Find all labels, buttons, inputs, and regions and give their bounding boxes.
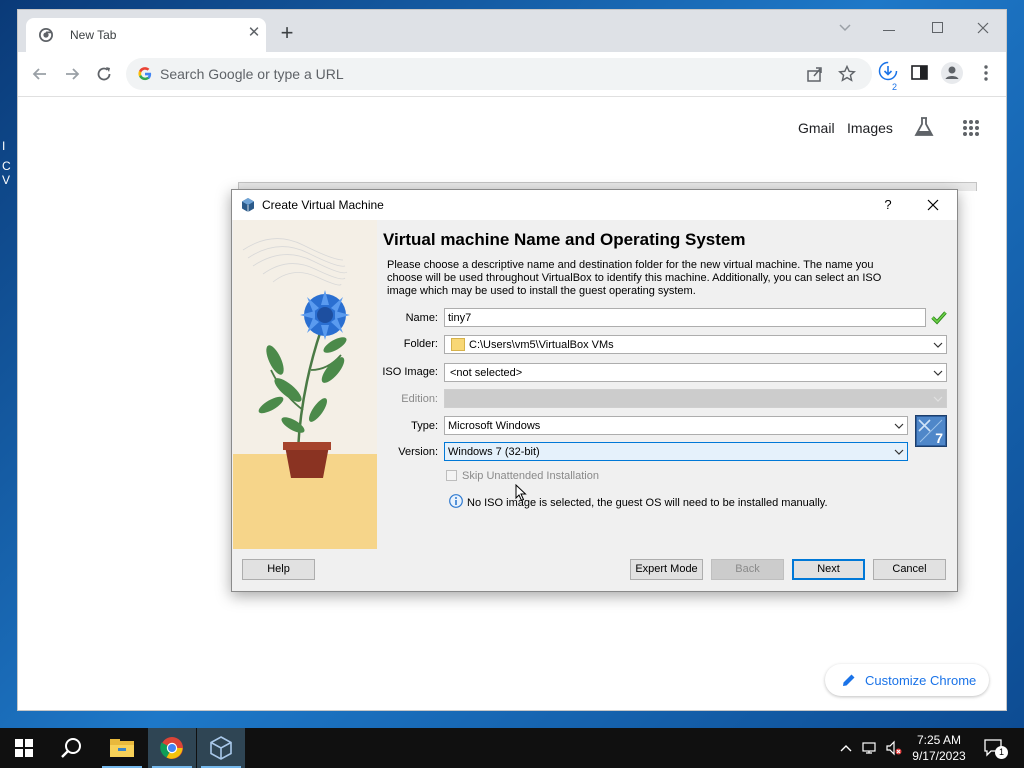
type-label: Type: <box>411 420 438 432</box>
chrome-logo-icon <box>160 737 183 759</box>
wizard-illustration <box>233 220 377 549</box>
omnibox[interactable] <box>126 58 872 90</box>
desktop-icon-label-fragment: V <box>2 173 11 187</box>
notification-count-badge: 1 <box>995 746 1008 759</box>
browser-toolbar: 2 <box>18 52 1006 97</box>
reload-button[interactable] <box>92 62 116 86</box>
iso-image-label: ISO Image: <box>382 366 438 378</box>
expert-mode-button[interactable]: Expert Mode <box>630 559 703 580</box>
wizard-page-description: Please choose a descriptive name and des… <box>387 259 882 297</box>
dialog-button-bar: Help Expert Mode Back Next Cancel <box>232 549 957 591</box>
info-icon <box>449 494 463 508</box>
file-explorer-icon <box>110 739 134 757</box>
taskbar-virtualbox[interactable] <box>197 728 245 768</box>
next-button[interactable]: Next <box>792 559 865 580</box>
folder-icon <box>451 338 465 351</box>
clock-time: 7:25 AM <box>916 733 962 747</box>
customize-chrome-button[interactable]: Customize Chrome <box>825 664 989 696</box>
menu-kebab-icon[interactable] <box>976 63 996 83</box>
folder-value: C:\Users\vm5\VirtualBox VMs <box>469 339 614 351</box>
tab-title: New Tab <box>70 28 117 42</box>
chevron-down-icon <box>933 396 943 402</box>
name-value: tiny7 <box>448 312 472 324</box>
taskbar-chrome[interactable] <box>148 728 196 768</box>
taskbar-file-explorer[interactable] <box>98 728 146 768</box>
forward-button[interactable] <box>60 62 84 86</box>
volume-muted-icon[interactable] <box>886 740 902 756</box>
maximize-button[interactable] <box>922 16 952 40</box>
windows-logo-icon <box>15 739 33 757</box>
edition-select[interactable] <box>444 389 947 408</box>
profile-avatar-icon[interactable] <box>940 61 964 85</box>
gmail-link[interactable]: Gmail <box>798 120 835 136</box>
type-value: Microsoft Windows <box>448 420 541 432</box>
iso-image-select[interactable]: <not selected> <box>444 363 947 382</box>
customize-chrome-label: Customize Chrome <box>865 673 977 688</box>
dialog-title: Create Virtual Machine <box>262 198 384 212</box>
chrome-labs-flask-icon[interactable] <box>913 116 935 138</box>
system-clock[interactable]: 7:25 AM 9/17/2023 <box>906 732 972 764</box>
skip-unattended-label: Skip Unattended Installation <box>462 470 599 482</box>
chevron-down-icon <box>933 342 943 348</box>
bookmark-star-icon[interactable] <box>838 65 856 83</box>
tab-close-icon[interactable]: ✕ <box>246 25 262 41</box>
virtualbox-logo-icon <box>242 198 254 212</box>
google-g-icon <box>138 67 152 81</box>
search-button[interactable] <box>48 728 96 768</box>
images-link[interactable]: Images <box>847 120 893 136</box>
version-select[interactable]: Windows 7 (32-bit) <box>444 442 908 461</box>
chevron-down-icon <box>894 423 904 429</box>
iso-image-value: <not selected> <box>450 367 523 379</box>
minimize-button[interactable] <box>874 16 904 40</box>
desktop-icon-label-fragment: C <box>2 159 11 173</box>
clock-date: 9/17/2023 <box>912 749 966 763</box>
address-input[interactable] <box>160 58 760 90</box>
folder-select[interactable]: C:\Users\vm5\VirtualBox VMs <box>444 335 947 354</box>
mouse-pointer-icon <box>515 484 527 502</box>
context-help-button[interactable]: ? <box>877 194 899 216</box>
back-button[interactable]: Back <box>711 559 784 580</box>
name-label: Name: <box>405 312 438 324</box>
show-hidden-icons-chevron-up-icon[interactable] <box>838 740 854 756</box>
downloads-count: 2 <box>892 82 898 92</box>
cancel-button[interactable]: Cancel <box>873 559 946 580</box>
help-button[interactable]: Help <box>242 559 315 580</box>
new-tab-button[interactable]: + <box>276 22 298 46</box>
network-icon[interactable] <box>862 740 878 756</box>
tab-search-chevron-icon[interactable] <box>830 16 860 40</box>
pencil-icon <box>843 674 855 686</box>
desktop-icon-label-fragment: I <box>2 139 6 153</box>
create-vm-dialog: Create Virtual Machine ? Virtual machine… <box>231 189 958 592</box>
name-input[interactable]: tiny7 <box>444 308 926 327</box>
edition-label: Edition: <box>401 393 438 405</box>
close-window-button[interactable] <box>968 16 998 40</box>
tab-new-tab[interactable]: New Tab ✕ <box>26 18 266 52</box>
os-version-badge: 7 <box>935 430 943 446</box>
name-valid-checkmark-icon <box>931 311 947 325</box>
back-button[interactable] <box>28 62 52 86</box>
side-panel-icon[interactable] <box>910 63 930 83</box>
action-center-button[interactable]: 1 <box>976 728 1024 768</box>
version-value: Windows 7 (32-bit) <box>448 446 540 458</box>
skip-unattended-checkbox[interactable] <box>446 470 457 481</box>
type-select[interactable]: Microsoft Windows <box>444 416 908 435</box>
dialog-titlebar[interactable]: Create Virtual Machine ? <box>232 190 957 220</box>
wizard-page-heading: Virtual machine Name and Operating Syste… <box>383 230 746 249</box>
google-apps-grid-icon[interactable] <box>962 119 980 137</box>
chevron-down-icon <box>894 449 904 455</box>
chevron-down-icon <box>933 370 943 376</box>
tab-strip: New Tab ✕ + <box>18 10 1006 52</box>
chrome-favicon-icon <box>39 28 53 42</box>
dialog-close-icon[interactable] <box>922 194 944 216</box>
folder-label: Folder: <box>403 338 438 350</box>
search-icon <box>61 738 81 758</box>
taskbar: 7:25 AM 9/17/2023 1 <box>0 728 1024 768</box>
version-label: Version: <box>398 446 438 458</box>
virtualbox-logo-icon <box>210 736 232 760</box>
share-icon[interactable] <box>806 65 824 83</box>
start-button[interactable] <box>0 728 48 768</box>
windows-7-os-icon: 7 <box>915 415 947 447</box>
